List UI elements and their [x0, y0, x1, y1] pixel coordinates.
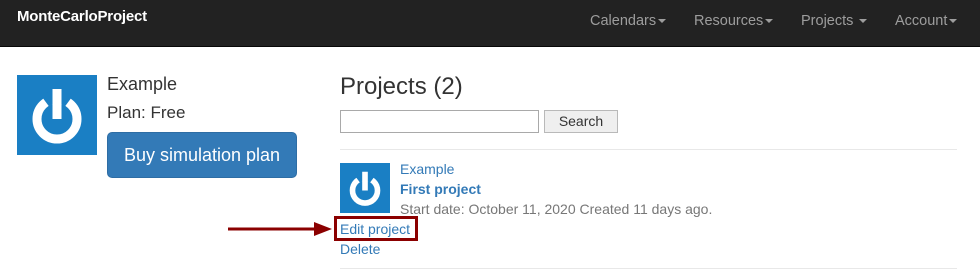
- nav-account-label: Account: [895, 13, 948, 29]
- power-logo-icon: [32, 89, 82, 144]
- projects-heading: Projects (2): [340, 73, 463, 100]
- caret-down-icon: [859, 19, 868, 24]
- nav-calendars-dropdown[interactable]: Calendars: [590, 13, 667, 29]
- divider: [340, 268, 957, 269]
- buy-simulation-plan-button[interactable]: Buy simulation plan: [107, 132, 297, 178]
- profile-name: Example: [107, 74, 178, 94]
- nav-calendars-label: Calendars: [590, 13, 657, 29]
- search-button[interactable]: Search: [544, 110, 618, 133]
- delete-project-link[interactable]: Delete: [340, 241, 380, 257]
- annotation-arrow-icon: [228, 222, 332, 236]
- brand-link[interactable]: MonteCarloProject: [17, 8, 147, 25]
- nav-projects-dropdown[interactable]: Projects: [801, 13, 868, 29]
- annotation-highlight-box: [334, 216, 418, 241]
- top-navbar: MonteCarloProject Calendars Resources Pr…: [0, 0, 980, 47]
- divider: [340, 149, 957, 150]
- profile-plan: Plan: Free: [107, 103, 186, 122]
- power-logo-icon: [349, 171, 381, 206]
- project-meta: Start date: October 11, 2020 Created 11 …: [400, 201, 713, 217]
- project-owner-link[interactable]: Example: [400, 161, 454, 177]
- nav-account-dropdown[interactable]: Account: [895, 13, 958, 29]
- nav-projects-label: Projects: [801, 13, 854, 29]
- caret-down-icon: [949, 19, 958, 24]
- nav-resources-label: Resources: [694, 13, 764, 29]
- caret-down-icon: [765, 19, 774, 24]
- project-thumbnail: [340, 163, 390, 213]
- nav-resources-dropdown[interactable]: Resources: [694, 13, 774, 29]
- caret-down-icon: [658, 19, 667, 24]
- project-search-input[interactable]: [340, 110, 539, 133]
- project-name-link[interactable]: First project: [400, 181, 481, 197]
- user-avatar: [17, 75, 97, 155]
